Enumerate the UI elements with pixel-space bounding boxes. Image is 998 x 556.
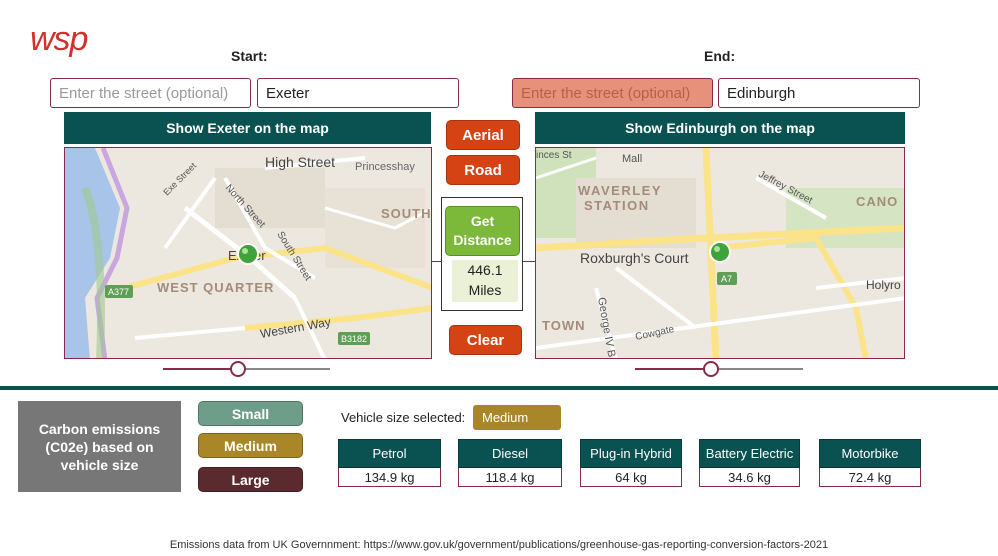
start-city-input[interactable] — [257, 78, 459, 108]
map-label: WEST QUARTER — [157, 280, 274, 295]
get-distance-button[interactable]: Get Distance — [445, 206, 520, 256]
fuel-card-battery-electric: Battery Electric 34.6 kg — [699, 439, 800, 487]
aerial-button[interactable]: Aerial — [446, 120, 520, 150]
map-label: TOWN — [542, 318, 585, 333]
end-map[interactable]: Mall WAVERLEY STATION Roxburgh's Court J… — [535, 147, 905, 359]
fuel-emission-value: 64 kg — [580, 468, 682, 487]
start-zoom-slider-fill — [163, 368, 239, 370]
fuel-emission-value: 72.4 kg — [819, 468, 921, 487]
fuel-card-plug-in-hybrid: Plug-in Hybrid 64 kg — [580, 439, 682, 487]
start-heading: Start: — [231, 48, 268, 64]
map-label: SOUTH — [381, 206, 432, 221]
section-divider — [0, 386, 998, 390]
start-zoom-slider-thumb[interactable] — [230, 361, 247, 377]
clear-button[interactable]: Clear — [449, 325, 522, 355]
map-label: WAVERLEY — [578, 183, 662, 198]
end-city-input[interactable] — [718, 78, 920, 108]
road-badge: A7 — [721, 274, 732, 284]
size-small-button[interactable]: Small — [198, 401, 303, 426]
fuel-type-label: Petrol — [338, 439, 441, 468]
footer-source-note: Emissions data from UK Governnment: http… — [169, 539, 829, 551]
fuel-type-label: Plug-in Hybrid — [580, 439, 682, 468]
connector-line — [523, 261, 535, 262]
end-zoom-slider-fill — [635, 368, 711, 370]
vehicle-size-value: Medium — [473, 405, 561, 430]
distance-unit: Miles — [468, 282, 502, 298]
wsp-logo: wsp — [30, 20, 89, 58]
end-heading: End: — [704, 48, 736, 64]
map-label: Roxburgh's Court — [580, 250, 689, 266]
map-label: STATION — [584, 198, 650, 213]
vehicle-size-label: Vehicle size selected: — [341, 410, 466, 425]
fuel-emission-value: 134.9 kg — [338, 468, 441, 487]
start-map[interactable]: High Street Princesshay SOUTH WEST QUART… — [64, 147, 432, 359]
road-button[interactable]: Road — [446, 155, 520, 185]
carbon-emissions-panel: Carbon emissions (C02e) based on vehicle… — [18, 401, 181, 492]
size-medium-button[interactable]: Medium — [198, 433, 303, 458]
map-label: CANO — [856, 194, 898, 209]
distance-value: 446.1 — [467, 262, 503, 278]
map-label: Princesshay — [355, 161, 415, 173]
map-label: High Street — [265, 154, 335, 170]
fuel-type-label: Motorbike — [819, 439, 921, 468]
fuel-type-label: Battery Electric — [699, 439, 800, 468]
distance-readout: 446.1 Miles — [452, 260, 518, 302]
end-street-input[interactable] — [512, 78, 713, 108]
connector-line — [432, 261, 442, 262]
show-end-map-button[interactable]: Show Edinburgh on the map — [535, 112, 905, 144]
map-label: Holyro — [866, 278, 901, 292]
logo-text: wsp — [30, 20, 88, 58]
show-start-map-button[interactable]: Show Exeter on the map — [64, 112, 431, 144]
map-label: Mall — [622, 153, 642, 165]
fuel-type-label: Diesel — [458, 439, 562, 468]
fuel-card-petrol: Petrol 134.9 kg — [338, 439, 441, 487]
size-large-button[interactable]: Large — [198, 467, 303, 492]
road-badge: A377 — [108, 287, 129, 297]
fuel-emission-value: 34.6 kg — [699, 468, 800, 487]
road-badge: B3182 — [341, 334, 367, 344]
fuel-card-diesel: Diesel 118.4 kg — [458, 439, 562, 487]
fuel-card-motorbike: Motorbike 72.4 kg — [819, 439, 921, 487]
start-street-input[interactable] — [50, 78, 251, 108]
fuel-emission-value: 118.4 kg — [458, 468, 562, 487]
end-zoom-slider-thumb[interactable] — [702, 361, 719, 377]
map-label: inces St — [536, 150, 572, 161]
